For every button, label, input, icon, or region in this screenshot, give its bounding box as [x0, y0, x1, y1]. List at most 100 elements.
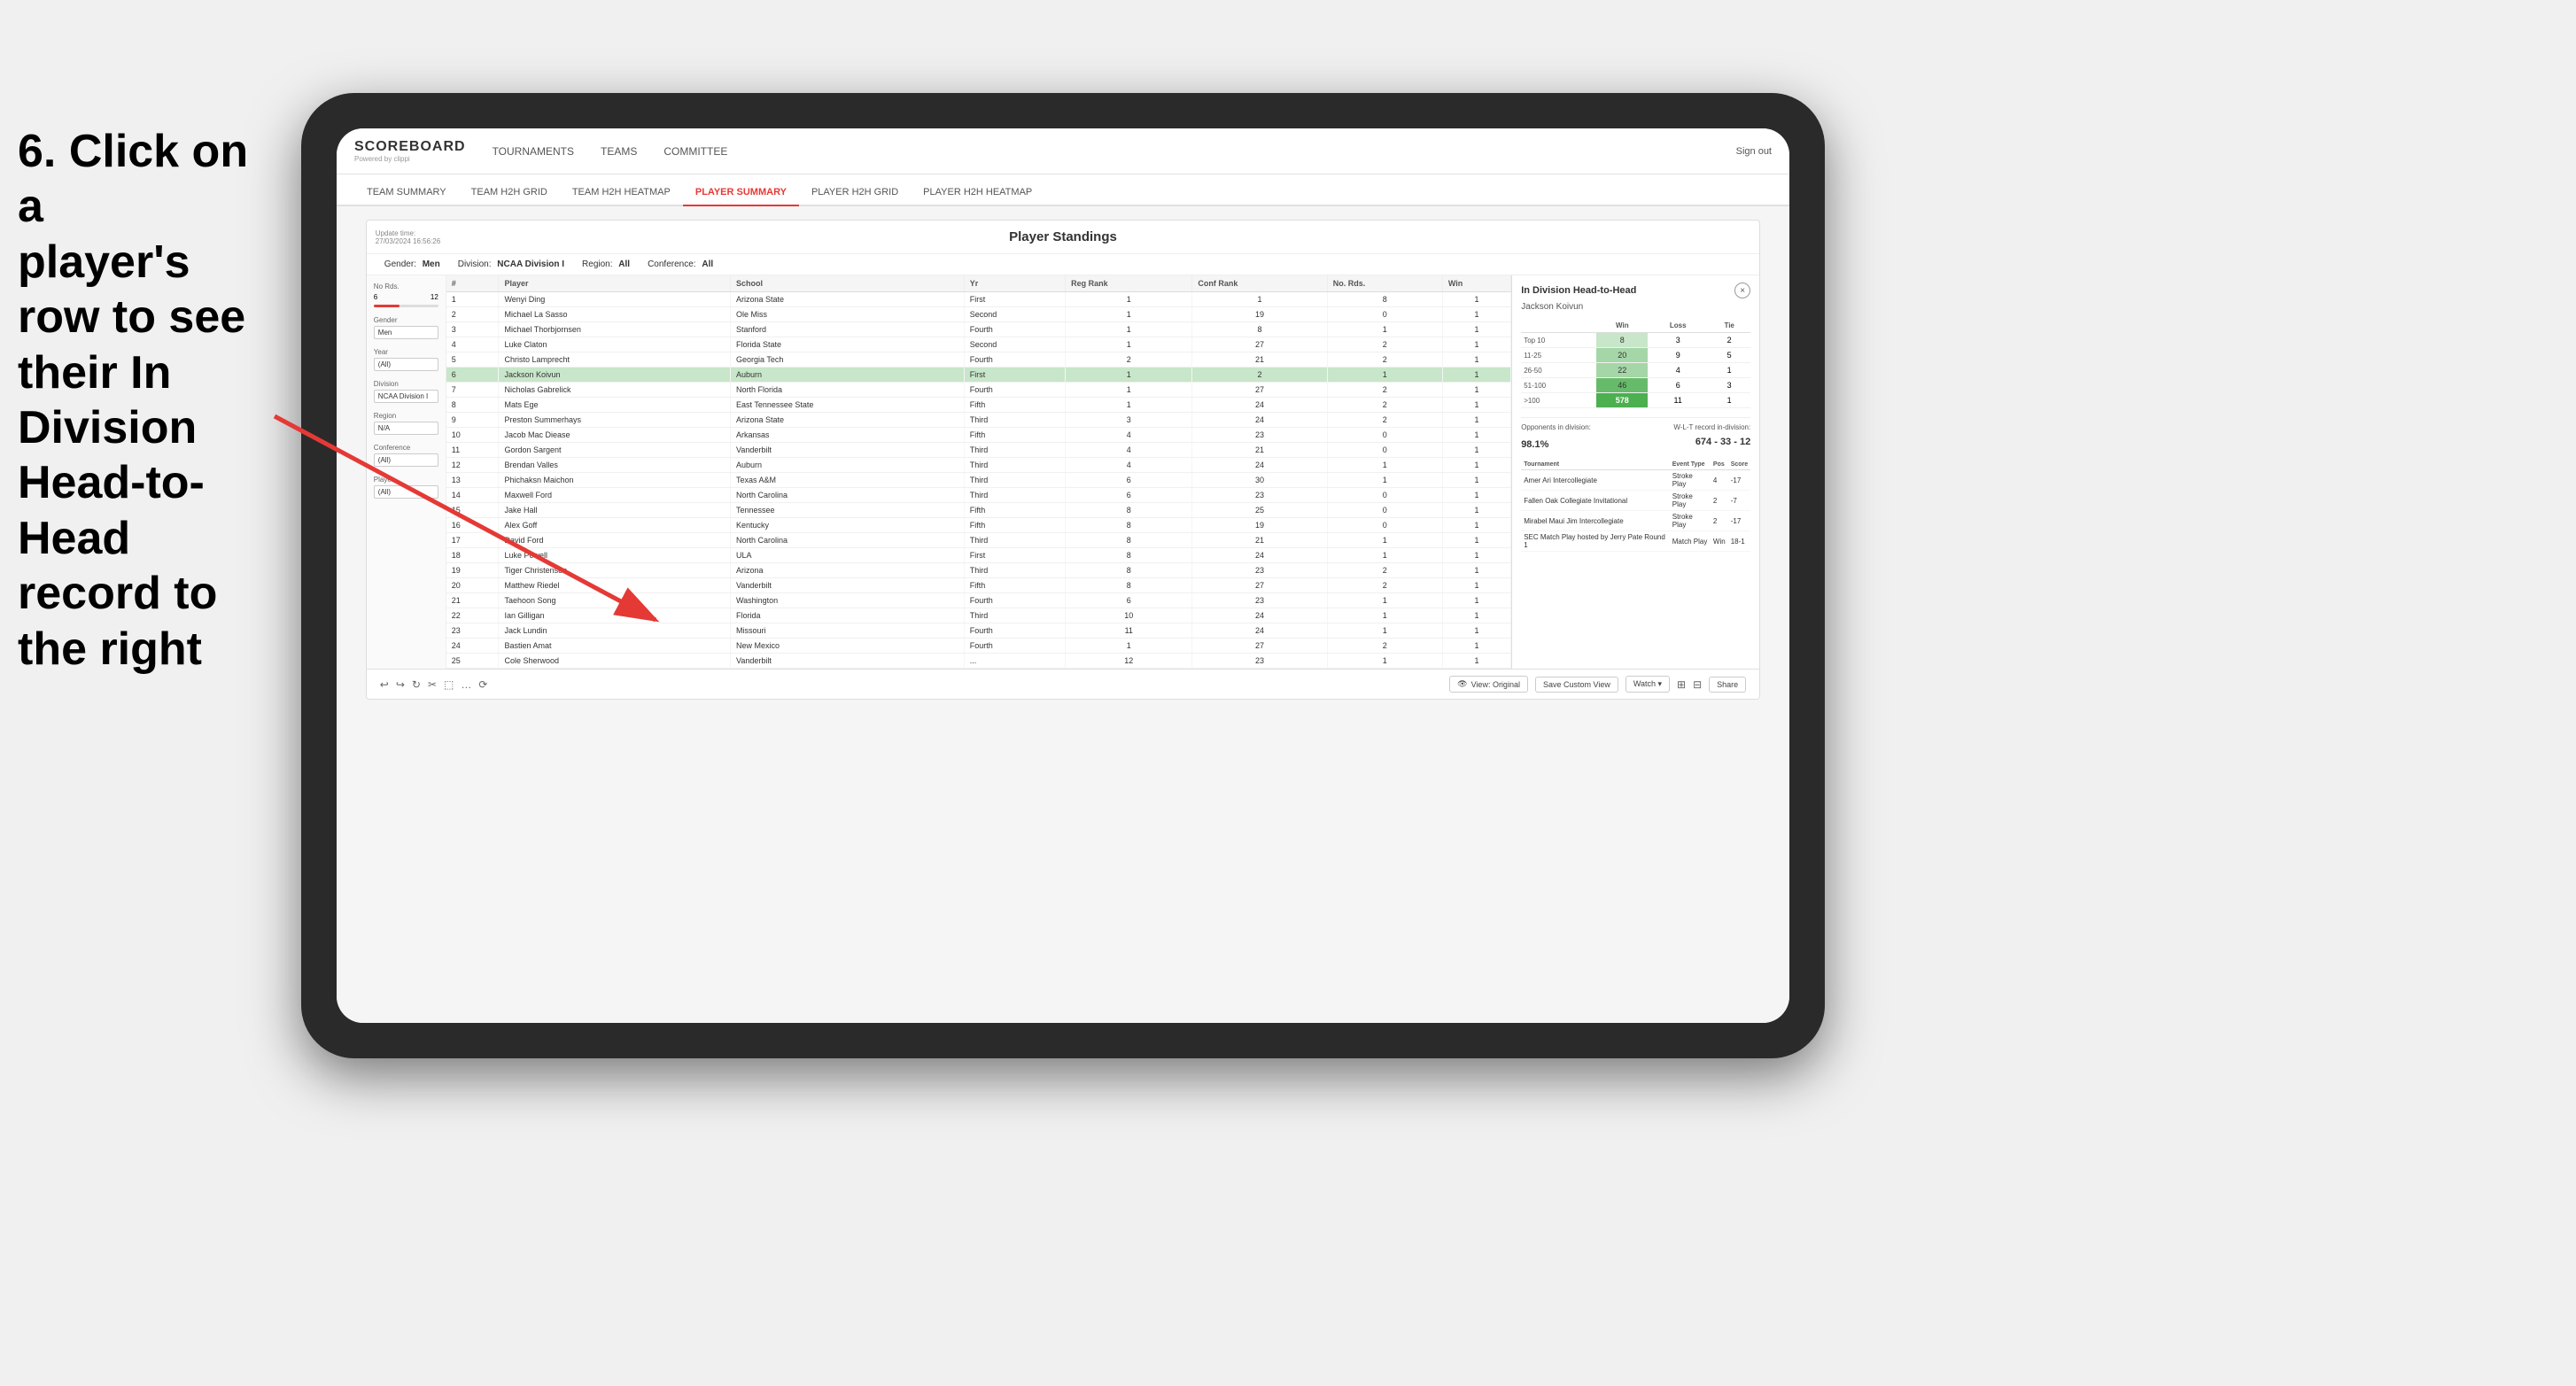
- h2h-row: 26-50 22 4 1: [1521, 363, 1750, 378]
- sidebar-player: Player (All): [374, 476, 438, 499]
- player-table-area: # Player School Yr Reg Rank Conf Rank No…: [446, 275, 1511, 669]
- col-score: Score: [1728, 460, 1750, 470]
- table-row[interactable]: 13 Phichaksn Maichon Texas A&M Third 6 3…: [446, 473, 1511, 488]
- nav-tournaments[interactable]: TOURNAMENTS: [493, 142, 574, 161]
- sidebar-division-val[interactable]: NCAA Division I: [374, 390, 438, 403]
- update-date: 27/03/2024 16:56:26: [376, 237, 440, 245]
- table-row[interactable]: 17 David Ford North Carolina Third 8 21 …: [446, 533, 1511, 548]
- h2h-panel: In Division Head-to-Head × Jackson Koivu…: [1511, 275, 1759, 669]
- nav-teams[interactable]: TEAMS: [601, 142, 637, 161]
- h2h-col-loss: Loss: [1648, 319, 1708, 333]
- share-btn[interactable]: Share: [1709, 677, 1746, 693]
- col-event-type: Event Type: [1670, 460, 1711, 470]
- more-icon[interactable]: …: [461, 678, 471, 691]
- main-content: Update time: 27/03/2024 16:56:26 Player …: [337, 206, 1789, 1023]
- filter-region-label: Region:: [582, 259, 612, 269]
- table-row[interactable]: 15 Jake Hall Tennessee Fifth 8 25 0 1: [446, 503, 1511, 518]
- sidebar-year-val[interactable]: (All): [374, 358, 438, 371]
- h2h-row: 11-25 20 9 5: [1521, 348, 1750, 363]
- table-row[interactable]: 5 Christo Lamprecht Georgia Tech Fourth …: [446, 352, 1511, 368]
- sidebar-gender-val[interactable]: Men: [374, 326, 438, 339]
- sidebar-year-label: Year: [374, 348, 438, 356]
- sidebar-conference-val[interactable]: (All): [374, 453, 438, 467]
- refresh-icon[interactable]: ⟳: [478, 678, 487, 691]
- no-rds-slider[interactable]: [374, 305, 438, 307]
- left-sidebar: No Rds. 6 12 Gender Men: [367, 275, 446, 669]
- copy-icon[interactable]: ⬚: [444, 678, 454, 691]
- table-row[interactable]: 25 Cole Sherwood Vanderbilt ... 12 23 1 …: [446, 654, 1511, 669]
- col-win: Win: [1442, 275, 1510, 292]
- table-row[interactable]: 18 Luke Powell ULA First 8 24 1 1: [446, 548, 1511, 563]
- table-row[interactable]: 14 Maxwell Ford North Carolina Third 6 2…: [446, 488, 1511, 503]
- table-row[interactable]: 4 Luke Claton Florida State Second 1 27 …: [446, 337, 1511, 352]
- table-header-row: # Player School Yr Reg Rank Conf Rank No…: [446, 275, 1511, 292]
- table-row[interactable]: 7 Nicholas Gabrelick North Florida Fourt…: [446, 383, 1511, 398]
- table-row[interactable]: 19 Tiger Christensen Arizona Third 8 23 …: [446, 563, 1511, 578]
- filter-division-label: Division:: [458, 259, 492, 269]
- tab-player-h2h-heatmap[interactable]: PLAYER H2H HEATMAP: [911, 180, 1044, 206]
- logo-subtitle: Powered by clippi: [354, 155, 466, 163]
- tab-player-summary[interactable]: PLAYER SUMMARY: [683, 180, 799, 206]
- col-yr: Yr: [964, 275, 1065, 292]
- panel-title: Player Standings: [1009, 229, 1117, 244]
- logo: SCOREBOARD Powered by clippi: [354, 139, 466, 163]
- watch-btn[interactable]: Watch ▾: [1626, 676, 1670, 693]
- undo-icon[interactable]: ↩: [380, 678, 389, 691]
- h2h-player-name: Jackson Koivun: [1521, 302, 1750, 312]
- cut-icon[interactable]: ✂: [428, 678, 437, 691]
- col-school: School: [730, 275, 964, 292]
- instruction-line1: 6. Click on a: [18, 126, 248, 232]
- table-row[interactable]: 12 Brendan Valles Auburn Third 4 24 1 1: [446, 458, 1511, 473]
- h2h-close-button[interactable]: ×: [1734, 283, 1750, 298]
- table-row[interactable]: 22 Ian Gilligan Florida Third 10 24 1 1: [446, 608, 1511, 623]
- instruction-text: 6. Click on a player's row to see their …: [0, 106, 275, 694]
- filter-division-val: NCAA Division I: [497, 259, 564, 269]
- sidebar-year: Year (All): [374, 348, 438, 371]
- tab-player-h2h-grid[interactable]: PLAYER H2H GRID: [799, 180, 911, 206]
- table-row[interactable]: 16 Alex Goff Kentucky Fifth 8 19 0 1: [446, 518, 1511, 533]
- nav-links: TOURNAMENTS TEAMS COMMITTEE: [493, 142, 1736, 161]
- col-reg-rank: Reg Rank: [1066, 275, 1192, 292]
- table-row[interactable]: 9 Preston Summerhays Arizona State Third…: [446, 413, 1511, 428]
- h2h-col-tie: Tie: [1708, 319, 1750, 333]
- table-row[interactable]: 20 Matthew Riedel Vanderbilt Fifth 8 27 …: [446, 578, 1511, 593]
- nav-committee[interactable]: COMMITTEE: [663, 142, 727, 161]
- player-standings-table: # Player School Yr Reg Rank Conf Rank No…: [446, 275, 1511, 669]
- sidebar-region-val[interactable]: N/A: [374, 422, 438, 435]
- navigation-bar: SCOREBOARD Powered by clippi TOURNAMENTS…: [337, 128, 1789, 174]
- table-row[interactable]: 10 Jacob Mac Diease Arkansas Fifth 4 23 …: [446, 428, 1511, 443]
- save-custom-btn[interactable]: Save Custom View: [1535, 677, 1618, 693]
- no-rds-min: 6: [374, 293, 377, 301]
- table-row[interactable]: 2 Michael La Sasso Ole Miss Second 1 19 …: [446, 307, 1511, 322]
- table-row[interactable]: 6 Jackson Koivun Auburn First 1 2 1 1: [446, 368, 1511, 383]
- h2h-row: 51-100 46 6 3: [1521, 378, 1750, 393]
- grid-icon[interactable]: ⊞: [1677, 678, 1686, 691]
- table-row[interactable]: 1 Wenyi Ding Arizona State First 1 1 8 1: [446, 292, 1511, 307]
- h2h-row: Top 10 8 3 2: [1521, 333, 1750, 348]
- tournament-row: SEC Match Play hosted by Jerry Pate Roun…: [1521, 531, 1750, 552]
- sidebar-player-val[interactable]: (All): [374, 485, 438, 499]
- sign-out-link[interactable]: Sign out: [1736, 146, 1772, 157]
- filter-gender-label: Gender:: [384, 259, 416, 269]
- redo-icon-2[interactable]: ↻: [412, 678, 421, 691]
- table-row[interactable]: 23 Jack Lundin Missouri Fourth 11 24 1 1: [446, 623, 1511, 639]
- view-original-btn[interactable]: 👁 View: Original: [1449, 676, 1528, 693]
- col-pos: Pos: [1711, 460, 1728, 470]
- sidebar-gender: Gender Men: [374, 316, 438, 339]
- table-row[interactable]: 3 Michael Thorbjornsen Stanford Fourth 1…: [446, 322, 1511, 337]
- filter-gender: Gender: Men: [384, 259, 440, 269]
- table-row[interactable]: 11 Gordon Sargent Vanderbilt Third 4 21 …: [446, 443, 1511, 458]
- layout-icon[interactable]: ⊟: [1693, 678, 1702, 691]
- tab-team-h2h-grid[interactable]: TEAM H2H GRID: [459, 180, 560, 206]
- tab-team-h2h-heatmap[interactable]: TEAM H2H HEATMAP: [560, 180, 683, 206]
- tab-team-summary[interactable]: TEAM SUMMARY: [354, 180, 459, 206]
- eye-icon: 👁: [1457, 679, 1467, 689]
- table-row[interactable]: 21 Taehoon Song Washington Fourth 6 23 1…: [446, 593, 1511, 608]
- redo-icon-1[interactable]: ↪: [396, 678, 405, 691]
- table-row[interactable]: 24 Bastien Amat New Mexico Fourth 1 27 2…: [446, 639, 1511, 654]
- col-player: Player: [499, 275, 731, 292]
- table-row[interactable]: 8 Mats Ege East Tennessee State Fifth 1 …: [446, 398, 1511, 413]
- tablet-frame: SCOREBOARD Powered by clippi TOURNAMENTS…: [301, 93, 1825, 1058]
- tablet-screen: SCOREBOARD Powered by clippi TOURNAMENTS…: [337, 128, 1789, 1023]
- no-rds-max: 12: [431, 293, 438, 301]
